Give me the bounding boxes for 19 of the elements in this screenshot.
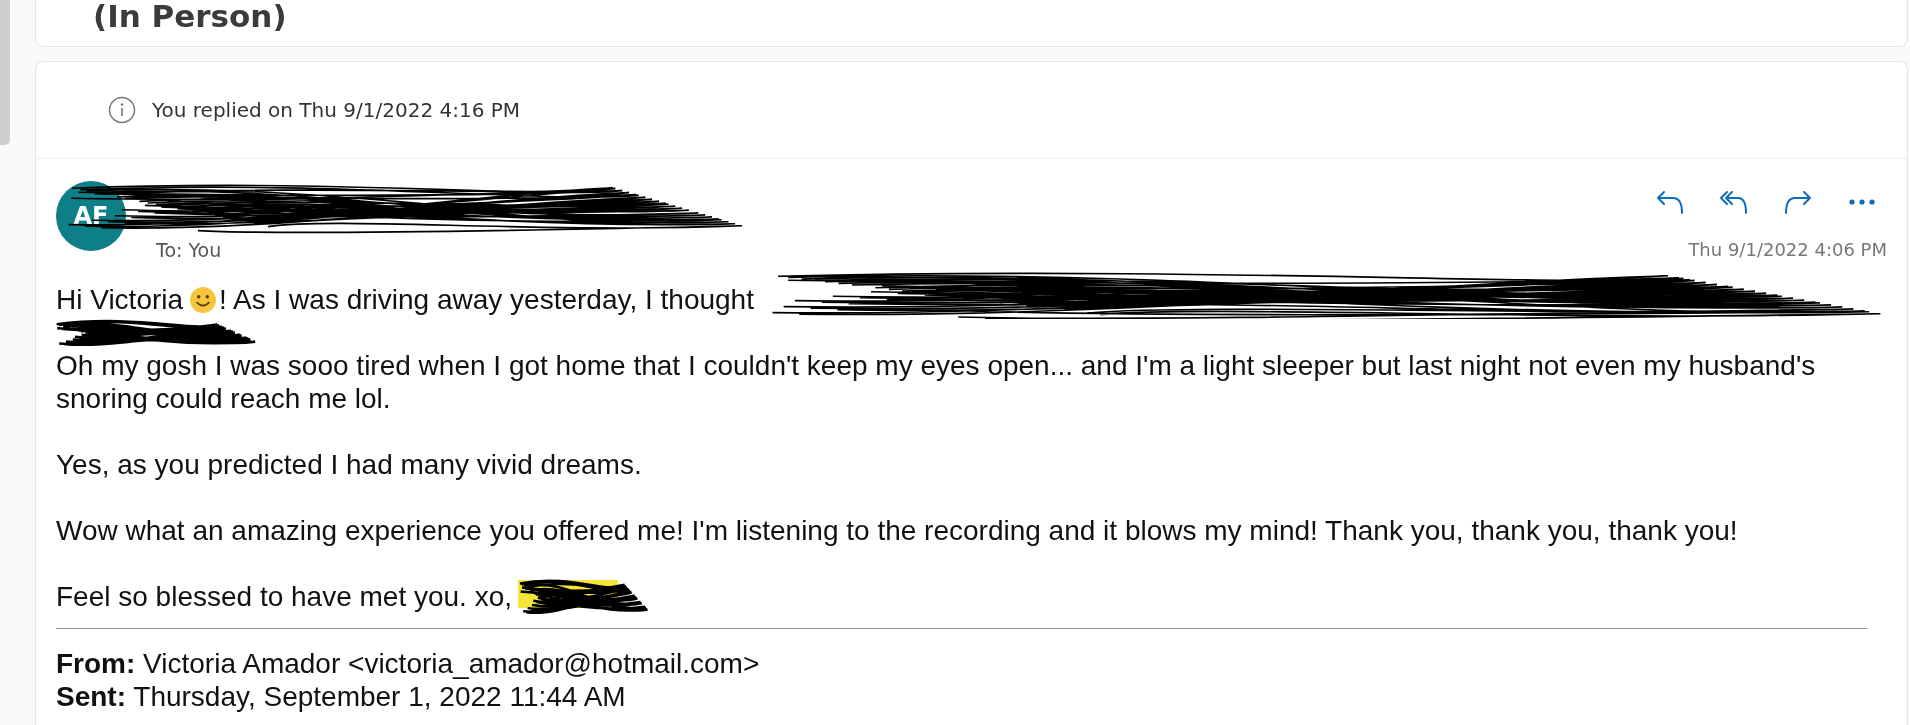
signoff-text: Feel so blessed to have met you. xo, [56,580,513,613]
more-icon [1849,199,1875,205]
reply-notice: You replied on Thu 9/1/2022 4:16 PM [152,98,521,122]
quoted-header-line: From: Victoria Amador <victoria_amador@hotmail.com> [56,647,761,680]
message-date: Thu 9/1/2022 4:06 PM [1688,239,1887,260]
body-paragraph: Oh my gosh I was sooo tired when I got home that I couldn't keep my eyes open... and I'm a light sleeper but last night not even my husband's snoring could reach me lol. [56,349,1817,415]
recipient-line: To: You [156,239,223,261]
body-paragraph: Wow what an amazing experience you offered me! I'm listening to the recording and it blows my mind! Thank you, thank you, thank you! [56,514,1739,547]
body-paragraph: Yes, as you predicted I had many vivid dreams. [56,448,643,481]
forward-icon [1783,189,1813,215]
greeting-text: ! As I was driving away yesterday, I thought [219,283,754,316]
greeting-text: Hi Victoria [56,283,184,316]
smiley-icon [189,286,218,314]
quoted-header-line: Sent: Thursday, September 1, 2022 11:44 AM [56,680,627,713]
reply-icon [1655,189,1685,215]
subject-title: (In Person) [93,0,288,36]
reply-all-icon [1719,189,1749,215]
info-icon [108,96,136,124]
scrollbar[interactable] [0,0,10,145]
